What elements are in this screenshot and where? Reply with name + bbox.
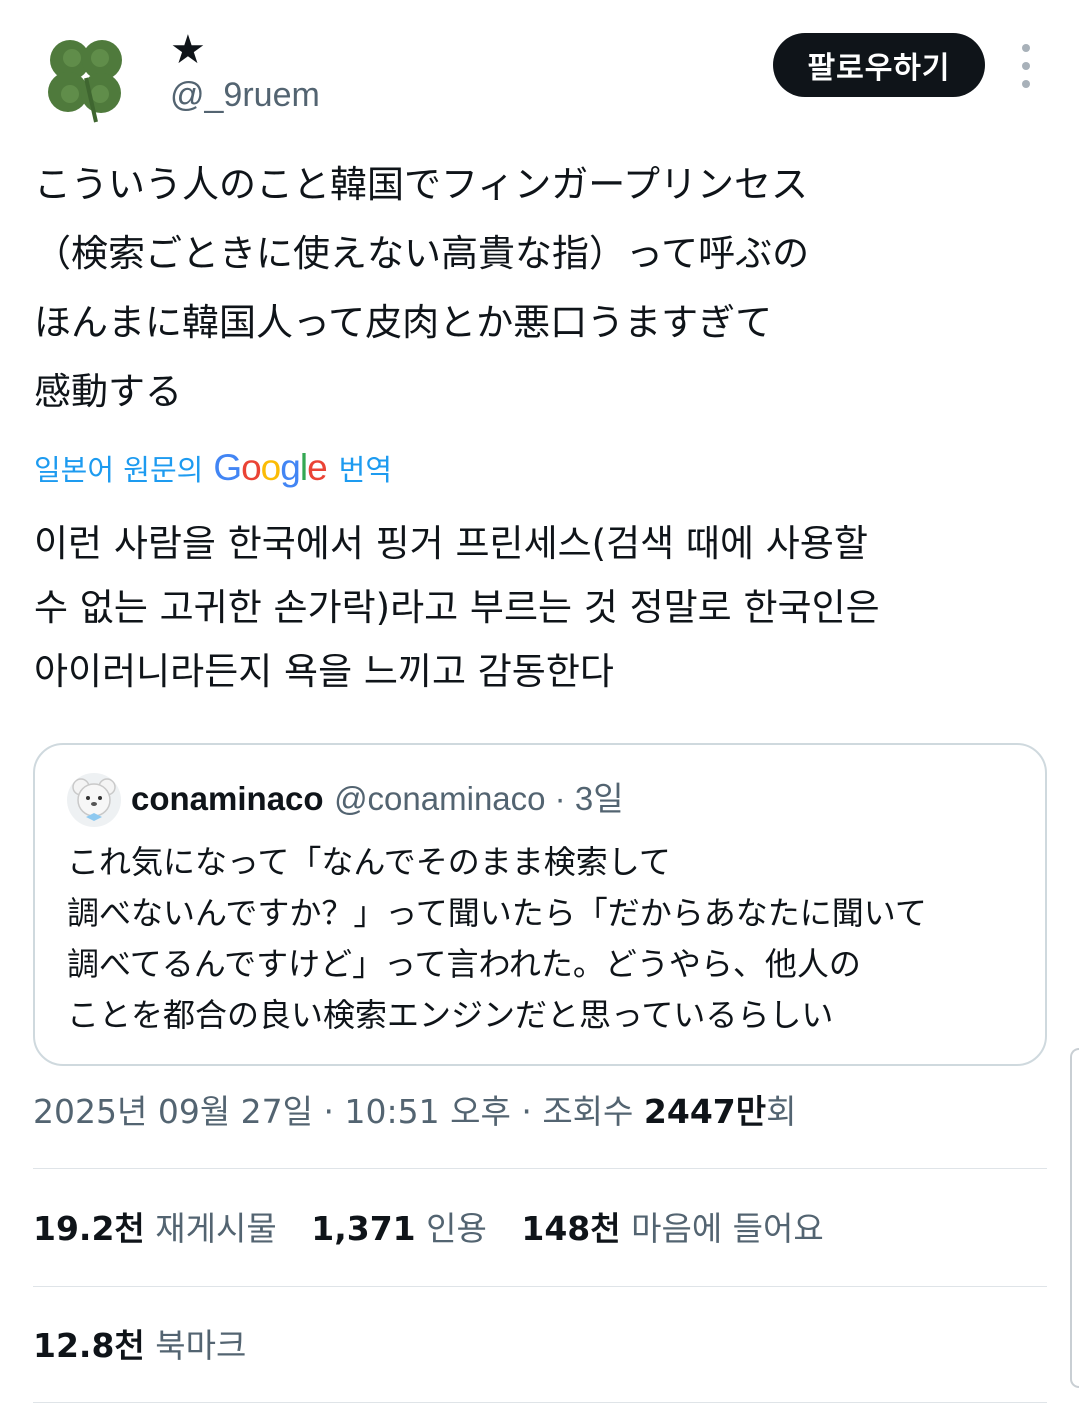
follow-button[interactable]: 팔로우하기	[773, 33, 985, 97]
quote-author-handle[interactable]: @conaminaco	[334, 780, 545, 817]
google-logo: Google	[213, 447, 327, 488]
quote-header: conaminaco @conaminaco · 3일	[131, 775, 624, 823]
tweet-time[interactable]: 10:51 오후	[345, 1092, 511, 1131]
quote-separator: ·	[545, 780, 575, 817]
translation-line: 이런 사람을 한국에서 핑거 프린세스(검색 때에 사용할	[34, 522, 868, 565]
avatar[interactable]	[38, 30, 134, 126]
translation-line: 아이러니라든지 욕을 느끼고 감동한다	[34, 650, 614, 693]
tweet-line: （検索ごときに使えない高貴な指）って呼ぶの	[34, 232, 810, 275]
tweet-text: こういう人のこと韓国でフィンガープリンセス （検索ごときに使えない高貴な指）って…	[34, 150, 1034, 426]
scrollbar-handle[interactable]	[1070, 1048, 1079, 1388]
tweet-line: こういう人のこと韓国でフィンガープリンセス	[34, 163, 809, 206]
meta-separator: ·	[313, 1092, 345, 1131]
more-options-icon[interactable]	[1010, 44, 1042, 88]
engagement-stats: 19.2천 재게시물 1,371 인용 148천 마음에 들어요	[33, 1207, 824, 1251]
bookmarks-label: 북마크	[155, 1326, 247, 1365]
tweet-meta: 2025년 09월 27일 · 10:51 오후 · 조회수 2447만회	[33, 1090, 796, 1134]
views-count: 2447만	[643, 1092, 767, 1131]
likes-label: 마음에 들어요	[631, 1209, 824, 1248]
quote-time[interactable]: 3일	[575, 780, 624, 817]
meta-separator: ·	[510, 1092, 543, 1131]
translation-link[interactable]: 일본어 원문의 Google 번역	[34, 446, 392, 490]
user-handle[interactable]: @_9ruem	[170, 74, 320, 116]
quote-tweet-card[interactable]: conaminaco @conaminaco · 3일 これ気になって「なんでそ…	[33, 743, 1047, 1066]
quote-line: これ気になって「なんでそのまま検索して	[67, 843, 671, 881]
translation-line: 수 없는 고귀한 손가락)라고 부르는 것 정말로 한국인은	[34, 586, 880, 629]
quote-author-name[interactable]: conaminaco	[131, 780, 324, 817]
retweets-label: 재게시물	[155, 1209, 277, 1248]
quote-line: 調べてるんですけど」って言われた。どうやら、他人の	[67, 945, 861, 983]
display-name[interactable]: ★	[170, 26, 206, 74]
quote-line: ことを都合の良い検索エンジンだと思っているらしい	[67, 996, 834, 1034]
quotes-count: 1,371	[311, 1209, 416, 1248]
tweet-line: 感動する	[34, 370, 182, 413]
likes-count: 148천	[521, 1209, 621, 1248]
bear-avatar-icon	[72, 778, 116, 821]
four-leaf-clover-icon	[48, 40, 122, 123]
translated-text: 이런 사람을 한국에서 핑거 프린세스(검색 때에 사용할 수 없는 고귀한 손…	[34, 512, 1044, 704]
views-unit: 회	[766, 1092, 797, 1131]
translation-suffix: 번역	[338, 453, 393, 487]
likes-stat[interactable]: 148천 마음에 들어요	[521, 1209, 823, 1248]
tweet-date[interactable]: 2025년 09월 27일	[33, 1092, 313, 1131]
divider	[33, 1402, 1047, 1403]
quotes-stat[interactable]: 1,371 인용	[311, 1209, 487, 1248]
divider	[33, 1286, 1047, 1287]
bookmarks-count: 12.8천	[33, 1326, 145, 1365]
translation-prefix: 일본어 원문의	[34, 453, 204, 487]
quote-line: 調べないんですか？」って聞いたら「だからあなたに聞いて	[67, 894, 927, 932]
divider	[33, 1168, 1047, 1169]
bookmarks-stat[interactable]: 12.8천 북마크	[33, 1324, 246, 1368]
tweet-line: ほんまに韓国人って皮肉とか悪口うますぎて	[34, 301, 773, 344]
quotes-label: 인용	[426, 1209, 487, 1248]
quote-text: これ気になって「なんでそのまま検索して 調べないんですか？」って聞いたら「だから…	[67, 837, 1027, 1041]
quote-avatar[interactable]	[67, 773, 121, 827]
views-label: 조회수	[542, 1092, 644, 1131]
retweets-stat[interactable]: 19.2천 재게시물	[33, 1209, 277, 1248]
retweets-count: 19.2천	[33, 1209, 145, 1248]
